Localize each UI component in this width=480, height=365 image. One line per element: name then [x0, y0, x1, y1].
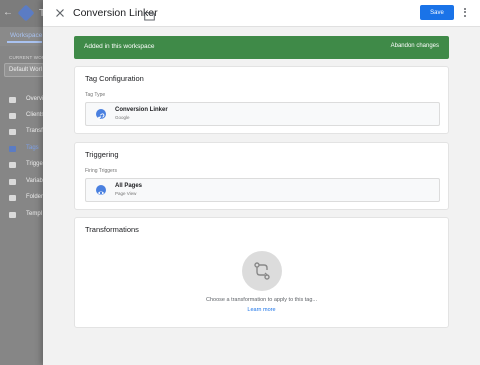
- close-icon[interactable]: [53, 6, 67, 20]
- card-title: Tag Configuration: [85, 74, 144, 83]
- sidebar-item-tags[interactable]: Tags: [0, 142, 45, 158]
- transformation-icon: [242, 251, 282, 291]
- conversion-linker-icon: [96, 109, 106, 121]
- workspace-selector[interactable]: Default Worl: [4, 63, 44, 77]
- tab-workspace[interactable]: Workspace: [10, 32, 42, 39]
- sidebar-item-variables[interactable]: Variab: [0, 175, 45, 191]
- panel-header: Conversion Linker Save: [43, 0, 480, 27]
- transformations-icon: [9, 129, 16, 135]
- sidebar-item-folders[interactable]: Folder: [0, 191, 45, 207]
- eye-icon: [96, 185, 106, 195]
- transformations-empty-text: Choose a transformation to apply to this…: [206, 297, 317, 303]
- save-button[interactable]: Save: [420, 5, 454, 20]
- tag-type-item[interactable]: Conversion Linker Google: [85, 102, 440, 126]
- variables-icon: [9, 179, 16, 185]
- tag-configuration-card[interactable]: Tag Configuration Tag Type Conversion Li…: [74, 66, 449, 134]
- transformations-card[interactable]: Transformations Choose a transformation …: [74, 217, 449, 328]
- sidebar-item-overview[interactable]: Overvi: [0, 93, 45, 109]
- trigger-type: Page View: [115, 191, 137, 196]
- tag-type-name: Conversion Linker: [115, 107, 168, 113]
- sidebar-item-transformations[interactable]: Transfo: [0, 125, 46, 141]
- trigger-name: All Pages: [115, 183, 143, 189]
- card-title: Triggering: [85, 150, 119, 159]
- firing-triggers-label: Firing Triggers: [85, 168, 117, 174]
- tag-icon: [9, 146, 16, 152]
- status-banner: Added in this workspace Abandon changes: [74, 36, 449, 59]
- sidebar-item-templates[interactable]: Templ: [0, 208, 45, 224]
- learn-more-link[interactable]: Learn more: [75, 307, 448, 313]
- templates-icon: [9, 212, 16, 218]
- trigger-icon: [9, 162, 16, 168]
- folder-icon: [9, 195, 16, 201]
- tag-editor-panel: Conversion Linker Save Added in this wor…: [43, 0, 480, 365]
- triggering-card[interactable]: Triggering Firing Triggers All Pages Pag…: [74, 142, 449, 210]
- folder-icon[interactable]: [144, 8, 155, 21]
- tab-workspace-indicator: [7, 41, 42, 43]
- back-arrow-icon[interactable]: ←: [3, 7, 13, 18]
- sidebar-item-triggers[interactable]: Trigge: [0, 158, 45, 174]
- banner-text: Added in this workspace: [84, 43, 155, 50]
- tag-type-vendor: Google: [115, 115, 130, 120]
- tag-type-label: Tag Type: [85, 92, 106, 98]
- abandon-changes-button[interactable]: Abandon changes: [391, 43, 439, 49]
- more-options-icon[interactable]: [461, 6, 469, 20]
- card-title: Transformations: [85, 225, 139, 234]
- trigger-item[interactable]: All Pages Page View: [85, 178, 440, 202]
- sidebar-item-clients[interactable]: Clients: [0, 109, 45, 125]
- overview-icon: [9, 97, 16, 103]
- clients-icon: [9, 113, 16, 119]
- current-workspace-label: CURRENT WOR: [9, 55, 46, 60]
